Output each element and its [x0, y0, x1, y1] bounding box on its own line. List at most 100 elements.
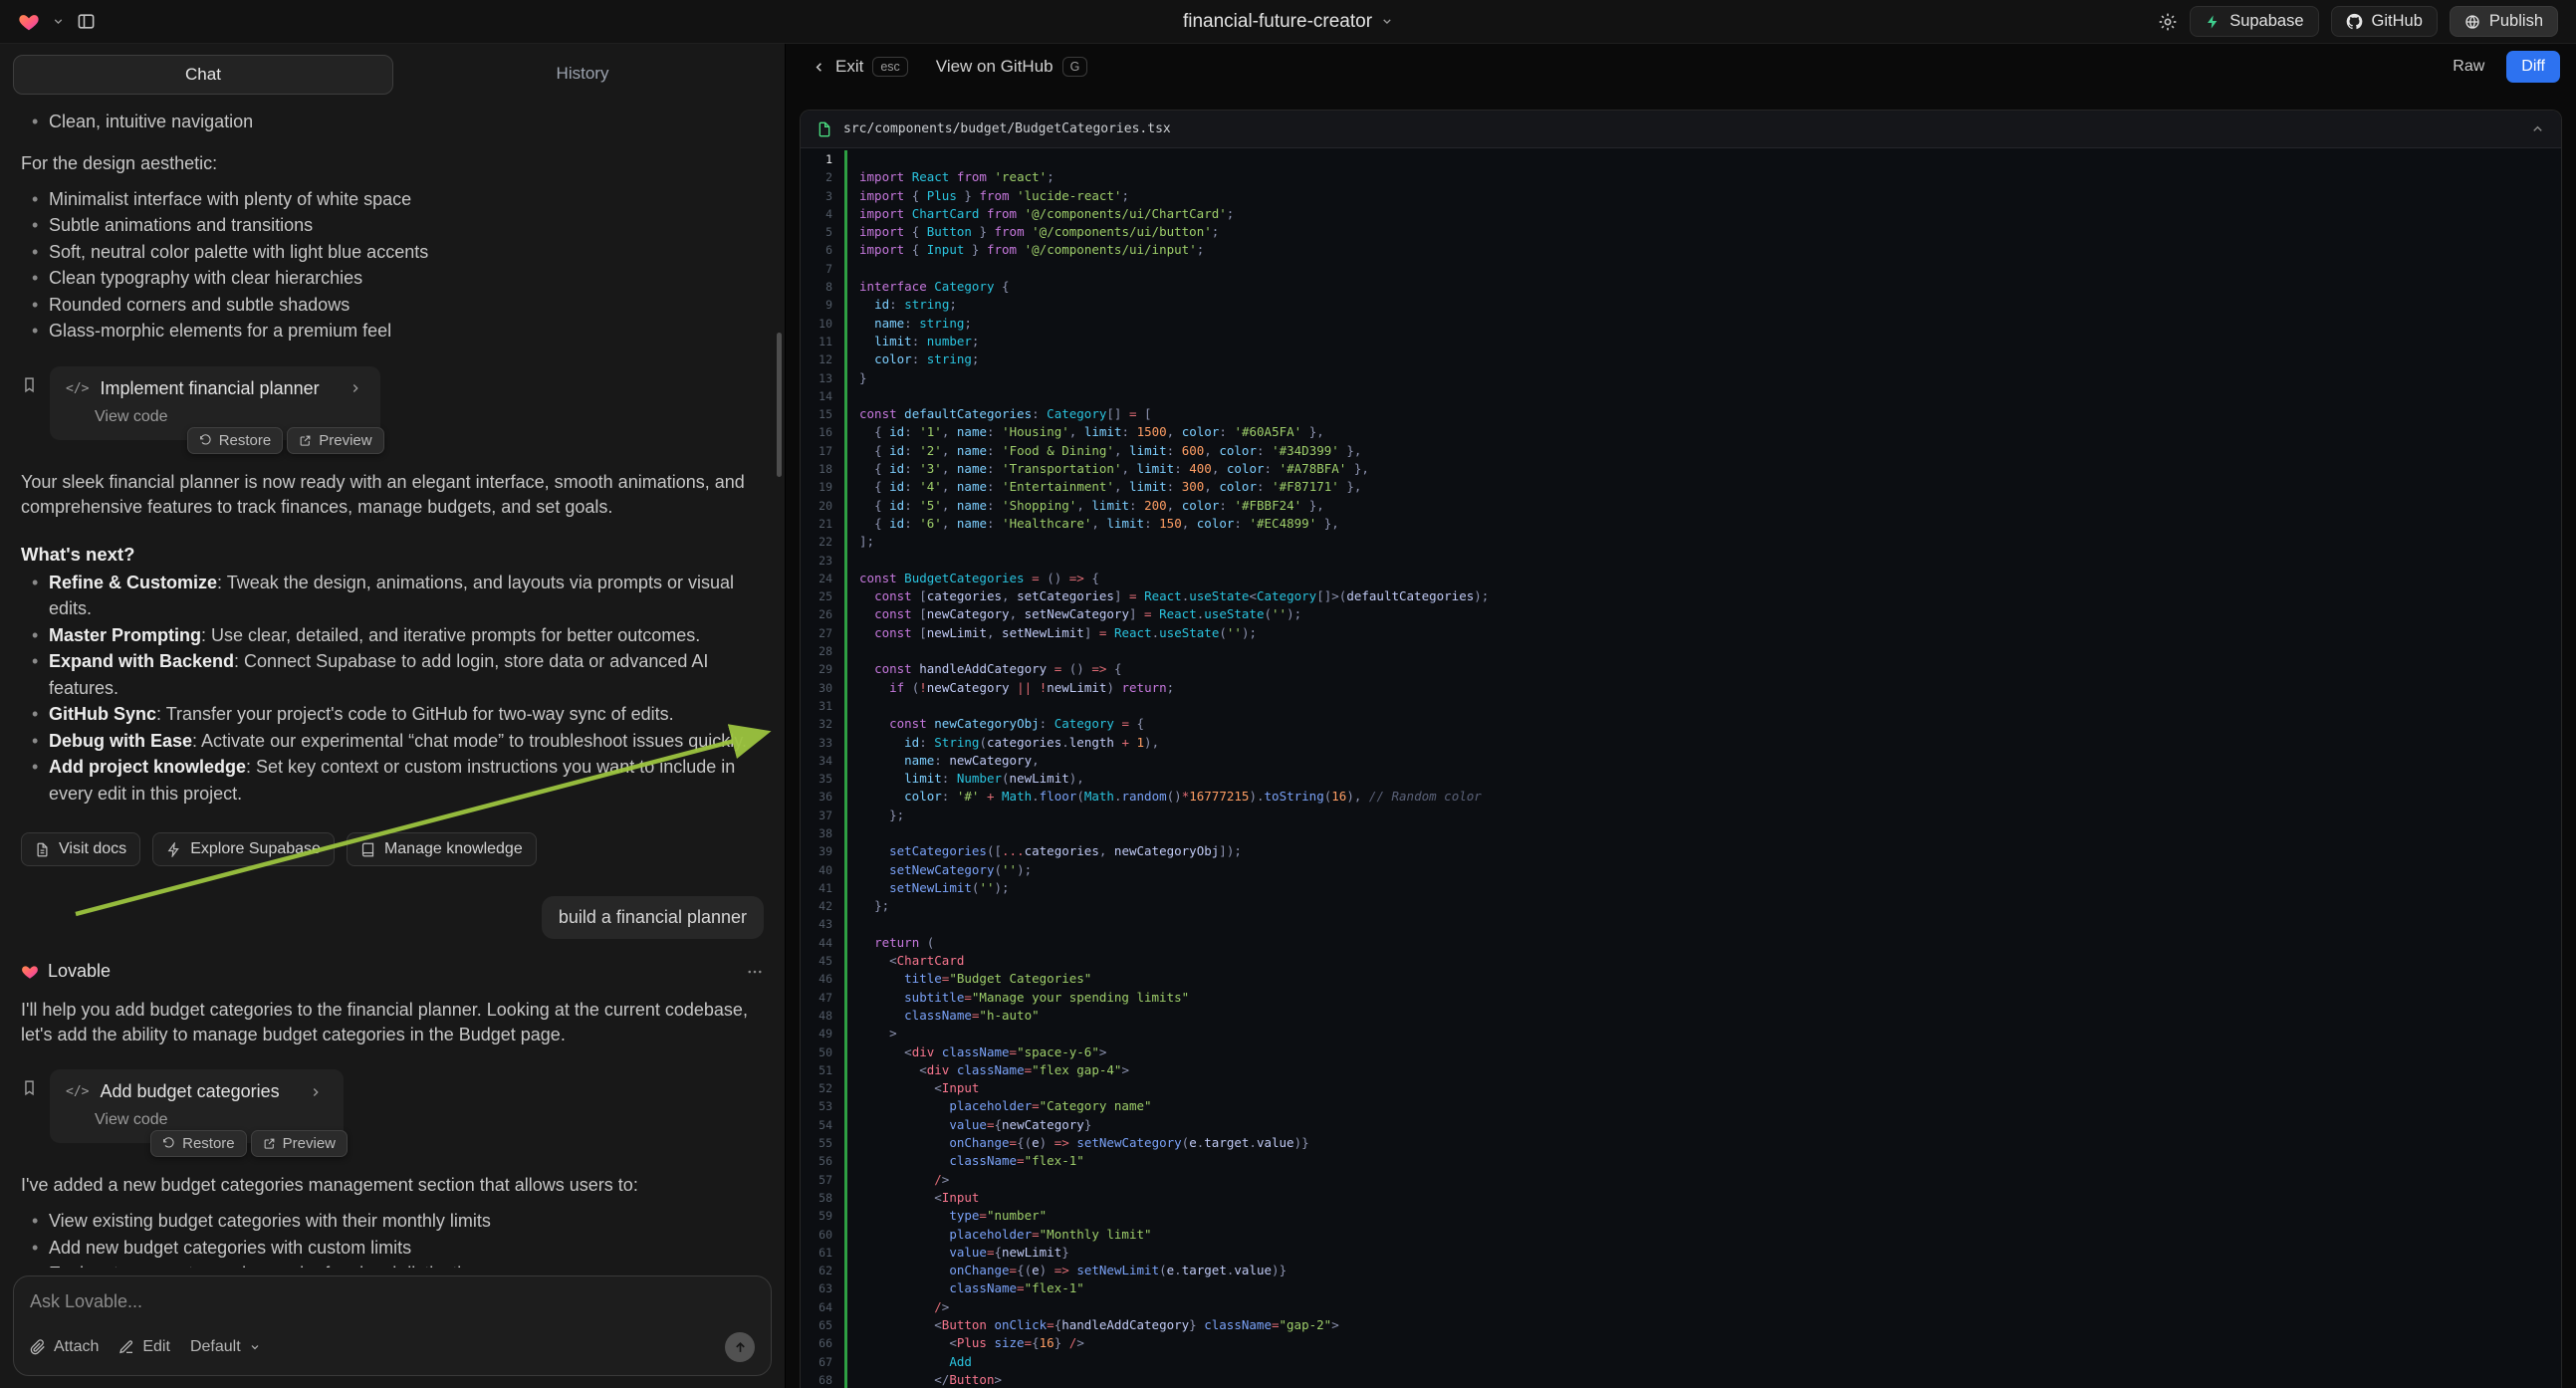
code-text: setCategories([...categories, newCategor…: [844, 842, 2561, 860]
line-number: 52: [801, 1079, 844, 1097]
bookmark-icon[interactable]: [21, 376, 38, 393]
diff-button[interactable]: Diff: [2506, 51, 2560, 83]
chat-messages[interactable]: Clean, intuitive navigation For the desi…: [0, 99, 785, 1268]
line-number: 19: [801, 478, 844, 496]
publish-button[interactable]: Publish: [2450, 6, 2558, 37]
line-number: 10: [801, 315, 844, 333]
tool-call-row-implement: </> Implement financial planner View cod…: [21, 366, 764, 440]
edit-button[interactable]: Edit: [118, 1338, 170, 1356]
tool-card-implement-financial-planner[interactable]: </> Implement financial planner View cod…: [50, 366, 380, 440]
code-line: 4import ChartCard from '@/components/ui/…: [801, 205, 2561, 223]
tool-card-header: </> Add budget categories: [66, 1081, 326, 1102]
topbar-right: Supabase GitHub Publish: [2158, 6, 2558, 37]
file-header[interactable]: src/components/budget/BudgetCategories.t…: [801, 111, 2561, 148]
code-text: interface Category {: [844, 278, 2561, 296]
restore-button[interactable]: Restore: [187, 427, 284, 454]
code-line: 23: [801, 552, 2561, 570]
exit-button[interactable]: Exit esc: [812, 57, 908, 77]
code-text: color: '#' + Math.floor(Math.random()*16…: [844, 788, 2561, 806]
code-text: </Button>: [844, 1371, 2561, 1388]
bullet-item: Minimalist interface with plenty of whit…: [49, 186, 764, 213]
project-chevron-down-icon: [1380, 15, 1393, 28]
send-button[interactable]: [725, 1332, 755, 1362]
code-line: 53 placeholder="Category name": [801, 1097, 2561, 1115]
code-text: value={newLimit}: [844, 1244, 2561, 1262]
added-text: I've added a new budget categories manag…: [21, 1173, 764, 1198]
tab-chat[interactable]: Chat: [13, 55, 393, 95]
view-on-github-button[interactable]: View on GitHub G: [936, 57, 1088, 77]
code-text: onChange={(e) => setNewLimit(e.target.va…: [844, 1262, 2561, 1279]
restore-button[interactable]: Restore: [150, 1130, 247, 1157]
line-number: 15: [801, 405, 844, 423]
line-number: 37: [801, 807, 844, 824]
view-code-link[interactable]: View code: [66, 408, 362, 426]
code-text: id: string;: [844, 296, 2561, 314]
preview-button[interactable]: Preview: [287, 427, 383, 454]
tab-history[interactable]: History: [393, 55, 772, 95]
code-text: >: [844, 1025, 2561, 1042]
collapse-chevron-up-icon[interactable]: [2530, 121, 2545, 136]
code-line: 41 setNewLimit('');: [801, 879, 2561, 897]
code-line: 63 className="flex-1": [801, 1279, 2561, 1297]
code-text: const [newLimit, setNewLimit] = React.us…: [844, 624, 2561, 642]
partial-bullet-list: Clean, intuitive navigation: [21, 109, 764, 135]
external-link-icon: [263, 1137, 276, 1150]
code-text: import { Input } from '@/components/ui/i…: [844, 241, 2561, 259]
code-text: [844, 697, 2561, 715]
preview-button[interactable]: Preview: [251, 1130, 348, 1157]
github-button[interactable]: GitHub: [2331, 6, 2438, 37]
line-number: 16: [801, 423, 844, 441]
code-line: 42 };: [801, 897, 2561, 915]
project-menu[interactable]: financial-future-creator: [1183, 11, 1393, 33]
code-text: id: String(categories.length + 1),: [844, 734, 2561, 752]
code-line: 9 id: string;: [801, 296, 2561, 314]
code-text: const BudgetCategories = () => {: [844, 570, 2561, 587]
bullet-item: Soft, neutral color palette with light b…: [49, 239, 764, 266]
code-text: import ChartCard from '@/components/ui/C…: [844, 205, 2561, 223]
code-text: color: string;: [844, 350, 2561, 368]
lovable-logo-icon[interactable]: [18, 11, 40, 33]
line-number: 27: [801, 624, 844, 642]
visit-docs-button[interactable]: Visit docs: [21, 832, 140, 866]
message-menu-icon[interactable]: [746, 963, 764, 981]
raw-button[interactable]: Raw: [2441, 51, 2496, 83]
code-text: />: [844, 1298, 2561, 1316]
line-number: 40: [801, 861, 844, 879]
mode-select[interactable]: Default: [190, 1338, 261, 1356]
bullet-item: Each category gets a unique color for vi…: [49, 1261, 764, 1268]
restore-icon: [162, 1137, 175, 1150]
code-text: type="number": [844, 1207, 2561, 1225]
manage-knowledge-button[interactable]: Manage knowledge: [347, 832, 537, 866]
line-number: 24: [801, 570, 844, 587]
code-line: 12 color: string;: [801, 350, 2561, 368]
line-number: 28: [801, 642, 844, 660]
code-line: 36 color: '#' + Math.floor(Math.random()…: [801, 788, 2561, 806]
line-number: 17: [801, 442, 844, 460]
file-icon: [817, 121, 832, 137]
code-text: const newCategoryObj: Category = {: [844, 715, 2561, 733]
explore-supabase-button[interactable]: Explore Supabase: [152, 832, 335, 866]
chat-scrollbar[interactable]: [777, 333, 782, 477]
sidebar-toggle-icon[interactable]: [77, 12, 96, 31]
bullet-item: View existing budget categories with the…: [49, 1208, 764, 1235]
workspace-chevron-down-icon[interactable]: [52, 15, 65, 28]
settings-gear-icon[interactable]: [2158, 12, 2178, 32]
view-code-link[interactable]: View code: [66, 1111, 326, 1129]
chevron-down-icon: [249, 1341, 261, 1353]
bookmark-icon[interactable]: [21, 1079, 38, 1096]
code-text: title="Budget Categories": [844, 970, 2561, 988]
tool-card-add-budget-categories[interactable]: </> Add budget categories View code Rest…: [50, 1069, 344, 1143]
code-line: 24const BudgetCategories = () => {: [801, 570, 2561, 587]
line-number: 64: [801, 1298, 844, 1316]
supabase-icon: [2205, 14, 2221, 30]
code-editor[interactable]: 12import React from 'react';3import { Pl…: [801, 148, 2561, 1388]
line-number: 49: [801, 1025, 844, 1042]
supabase-button[interactable]: Supabase: [2190, 6, 2318, 37]
line-number: 33: [801, 734, 844, 752]
chat-input[interactable]: [30, 1291, 755, 1312]
attach-button[interactable]: Attach: [30, 1338, 99, 1356]
bullet-item: Add project knowledge: Set key context o…: [49, 754, 764, 807]
bullet-item: Expand with Backend: Connect Supabase to…: [49, 648, 764, 701]
code-text: onChange={(e) => setNewCategory(e.target…: [844, 1134, 2561, 1152]
code-line: 46 title="Budget Categories": [801, 970, 2561, 988]
